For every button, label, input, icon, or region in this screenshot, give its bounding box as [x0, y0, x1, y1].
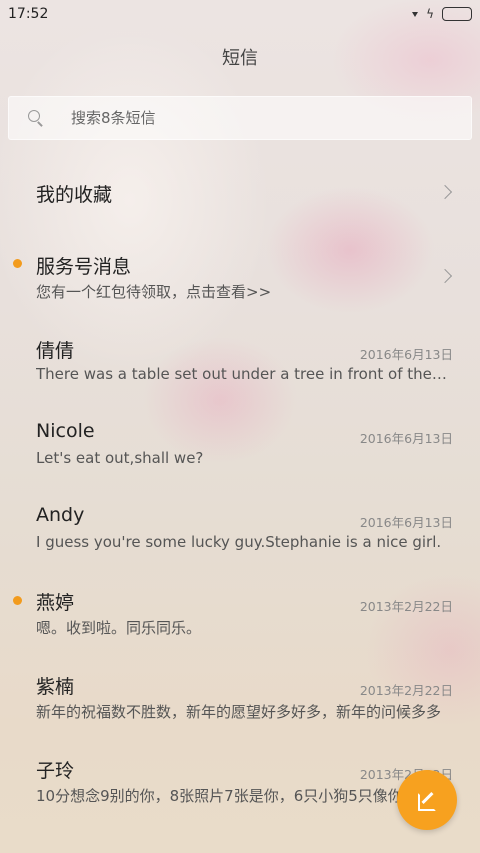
- search-input[interactable]: [71, 109, 451, 127]
- conversation-title: Nicole: [36, 420, 95, 442]
- conversation-date: 2013年2月22日: [359, 599, 453, 614]
- conversation-favorites[interactable]: 我的收藏: [0, 150, 480, 234]
- unread-dot: [13, 259, 22, 268]
- conversation-title: Andy: [36, 504, 85, 526]
- conversation-date: 2013年2月22日: [359, 683, 453, 698]
- signal-icon: [412, 11, 419, 17]
- compose-icon: [418, 791, 436, 811]
- search-icon: [27, 109, 45, 127]
- conversation-title: 倩倩: [36, 340, 75, 362]
- conversation-service-messages[interactable]: 服务号消息 您有一个红包待领取，点击查看>>: [0, 235, 480, 319]
- conversation-title: 燕婷: [36, 592, 75, 614]
- conversation-preview: There was a table set out under a tree i…: [36, 365, 450, 383]
- conversation-row[interactable]: Nicole 2016年6月13日 Let's eat out,shall we…: [0, 403, 480, 487]
- conversation-row[interactable]: 紫楠 2013年2月22日 新年的祝福数不胜数，新年的愿望好多好多，新年的问候多…: [0, 655, 480, 739]
- status-icons: ϟ: [412, 7, 472, 21]
- unread-dot: [13, 596, 22, 605]
- conversation-preview: Let's eat out,shall we?: [36, 449, 204, 467]
- charging-icon: ϟ: [426, 7, 434, 21]
- status-time: 17:52: [8, 6, 49, 22]
- conversation-title: 我的收藏: [36, 184, 113, 206]
- conversation-preview: 嗯。收到啦。同乐同乐。: [36, 619, 202, 637]
- search-bar[interactable]: [8, 96, 472, 140]
- chevron-right-icon: [437, 184, 453, 200]
- conversation-title: 子玲: [36, 760, 75, 782]
- conversation-preview: 您有一个红包待领取，点击查看>>: [36, 283, 272, 301]
- conversation-preview: 10分想念9别的你，8张照片7张是你，6只小狗5只像你: [36, 787, 403, 805]
- conversation-row[interactable]: 燕婷 2013年2月22日 嗯。收到啦。同乐同乐。: [0, 571, 480, 655]
- status-bar: 17:52 ϟ: [0, 0, 480, 28]
- conversation-preview: I guess you're some lucky guy.Stephanie …: [36, 533, 442, 551]
- conversation-row[interactable]: Andy 2016年6月13日 I guess you're some luck…: [0, 487, 480, 571]
- conversation-preview: 新年的祝福数不胜数，新年的愿望好多好多，新年的问候多多: [36, 703, 442, 721]
- battery-icon: [442, 7, 472, 21]
- conversation-title: 紫楠: [36, 676, 75, 698]
- conversation-date: 2016年6月13日: [359, 431, 453, 446]
- conversation-row[interactable]: 倩倩 2016年6月13日 There was a table set out …: [0, 319, 480, 403]
- compose-button[interactable]: [397, 770, 457, 830]
- conversation-date: 2016年6月13日: [359, 347, 453, 362]
- page-title: 短信: [222, 48, 258, 69]
- conversation-title: 服务号消息: [36, 256, 132, 278]
- conversation-date: 2016年6月13日: [359, 515, 453, 530]
